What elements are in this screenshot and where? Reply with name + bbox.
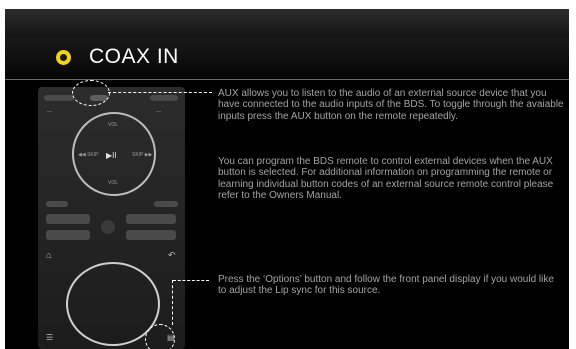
remote-label-right: — bbox=[156, 109, 161, 115]
description-aux: AUX allows you to listen to the audio of… bbox=[218, 88, 564, 122]
remote-mid-button-6 bbox=[126, 230, 176, 240]
remote-top-button-1 bbox=[44, 95, 74, 101]
aux-button-highlight bbox=[72, 80, 110, 106]
home-icon: ⌂ bbox=[46, 250, 52, 260]
remote-skip-fwd-label: SKIP ▶▶ bbox=[132, 152, 153, 158]
description-options: Press the ‘Options’ button and follow th… bbox=[218, 274, 554, 297]
remote-play-pause-label: ▶II bbox=[106, 151, 117, 160]
remote-skip-back-label: ◀◀ SKIP bbox=[78, 152, 99, 158]
remote-mid-button-4 bbox=[126, 214, 176, 224]
remote-vol-down-label: VOL bbox=[108, 180, 119, 186]
aux-leader-line bbox=[108, 92, 212, 93]
page-title: COAX IN bbox=[89, 45, 179, 68]
remote-label-left: — bbox=[47, 109, 52, 115]
menu-icon: ☰ bbox=[46, 333, 54, 342]
remote-mid-button-2 bbox=[154, 201, 178, 207]
radio-selected-icon bbox=[56, 50, 71, 65]
remote-top-button-3 bbox=[150, 95, 178, 101]
title-bar: COAX IN bbox=[5, 37, 569, 80]
remote-vol-up-label: VOL bbox=[108, 122, 119, 128]
remote-mid-button-1 bbox=[46, 201, 68, 207]
remote-illustration: — — VOL ◀◀ SKIP ▶II SKIP ▶▶ VOL ⌂ ↶ ☰ ▤ bbox=[38, 87, 185, 349]
options-button-highlight bbox=[145, 324, 175, 349]
options-leader-vertical bbox=[172, 280, 173, 325]
options-leader-line bbox=[173, 280, 209, 281]
help-screen: COAX IN — — VOL ◀◀ SKIP ▶II SKIP ▶▶ VOL … bbox=[5, 9, 569, 349]
remote-center-button bbox=[101, 220, 115, 234]
back-icon: ↶ bbox=[168, 250, 176, 260]
remote-mid-button-3 bbox=[46, 214, 90, 224]
remote-mid-button-5 bbox=[46, 230, 90, 240]
description-programming: You can program the BDS remote to contro… bbox=[218, 156, 554, 202]
top-bar bbox=[5, 9, 569, 37]
